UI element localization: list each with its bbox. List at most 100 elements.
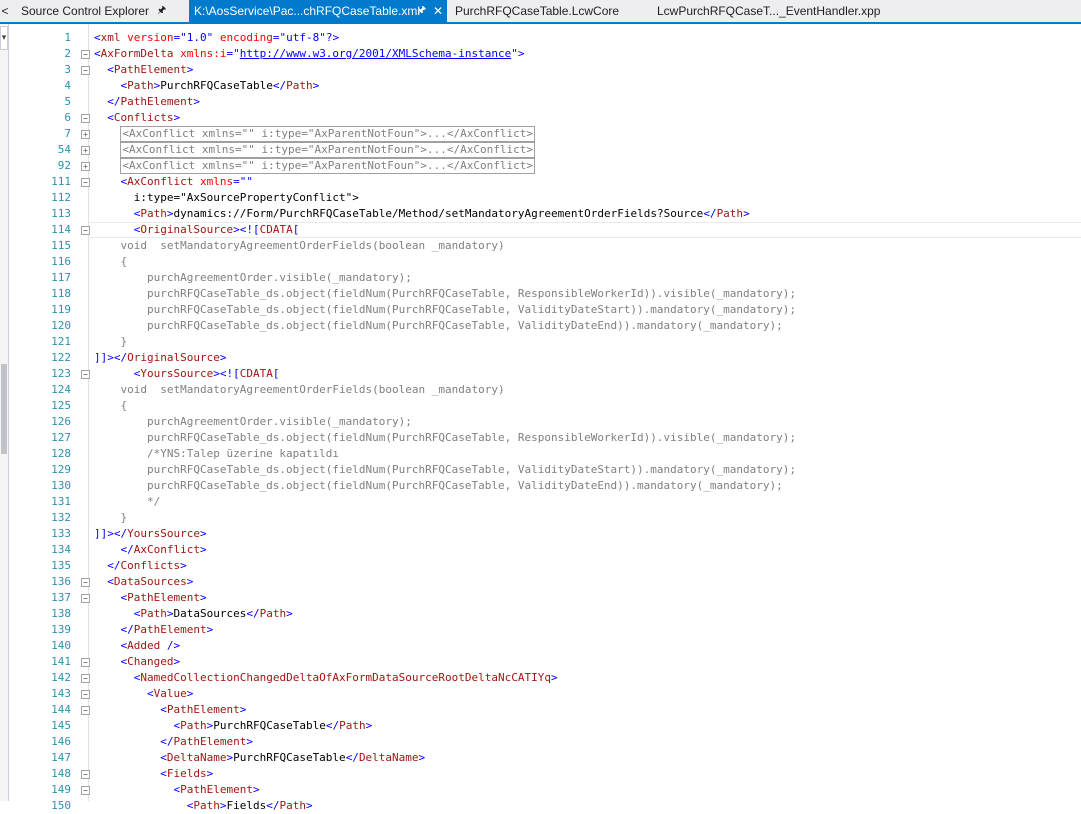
code-line[interactable]: 121 } [0, 334, 1081, 350]
tab-label: PurchRFQCaseTable.LcwCore [455, 4, 620, 18]
code-line[interactable]: 116 { [0, 254, 1081, 270]
code-line[interactable]: 150 <Path>Fields</Path> [0, 798, 1081, 814]
code-line[interactable]: 130 purchRFQCaseTable_ds.object(fieldNum… [0, 478, 1081, 494]
line-number: 135 [51, 559, 71, 572]
code-text: } [94, 335, 128, 348]
collapse-icon[interactable]: − [81, 674, 90, 683]
code-line[interactable]: 132 } [0, 510, 1081, 526]
code-text: */ [94, 495, 161, 508]
code-line[interactable]: 120 purchRFQCaseTable_ds.object(fieldNum… [0, 318, 1081, 334]
collapse-icon[interactable]: − [81, 594, 90, 603]
collapse-icon[interactable]: − [81, 178, 90, 187]
collapse-icon[interactable]: − [81, 690, 90, 699]
close-icon[interactable]: ✕ [433, 0, 443, 22]
code-line[interactable]: 135 </Conflicts> [0, 558, 1081, 574]
line-number: 149 [51, 783, 71, 796]
code-line[interactable]: 122]]></OriginalSource> [0, 350, 1081, 366]
line-number: 127 [51, 431, 71, 444]
tab-purchrfqcasetable-xml[interactable]: K:\AosService\Pac...chRFQCaseTable.xml 🖈… [189, 0, 447, 22]
code-line[interactable]: 3 − <PathElement> [0, 62, 1081, 78]
collapse-icon[interactable]: − [81, 226, 90, 235]
code-text: <Path>DataSources</Path> [133, 607, 293, 620]
line-number: 132 [51, 511, 71, 524]
tab-eventhandler-xpp[interactable]: LcwPurchRFQCaseT..._EventHandler.xpp [650, 0, 890, 22]
code-line[interactable]: 138 <Path>DataSources</Path> [0, 606, 1081, 622]
collapse-icon[interactable]: − [81, 706, 90, 715]
code-line[interactable]: 141 − <Changed> [0, 654, 1081, 670]
code-line[interactable]: 131 */ [0, 494, 1081, 510]
code-line[interactable]: 123 − <YoursSource><![CDATA[ [0, 366, 1081, 382]
code-line[interactable]: 1 <xml version="1.0" encoding="utf-8"?> [0, 30, 1081, 46]
code-line[interactable]: 5 </PathElement> [0, 94, 1081, 110]
collapse-icon[interactable]: − [81, 578, 90, 587]
collapse-icon[interactable]: − [81, 786, 90, 795]
pin-icon[interactable]: 🖈 [417, 0, 426, 22]
code-text: </PathElement> [160, 735, 253, 748]
code-line[interactable]: 126 purchAgreementOrder.visible(_mandato… [0, 414, 1081, 430]
code-line[interactable]: 2 − <AxFormDelta xmlns:i="http://www.w3.or… [0, 46, 1081, 62]
code-line[interactable]: 137 − <PathElement> [0, 590, 1081, 606]
code-line[interactable]: 134 </AxConflict> [0, 542, 1081, 558]
expand-icon[interactable]: + [81, 130, 90, 139]
code-line[interactable]: 124 void setMandatoryAgreementOrderField… [0, 382, 1081, 398]
left-scroll-arrow[interactable]: < [0, 0, 10, 22]
line-number: 5 [64, 95, 71, 108]
code-line[interactable]: 146 </PathElement> [0, 734, 1081, 750]
code-line[interactable]: 4 <Path>PurchRFQCaseTable</Path> [0, 78, 1081, 94]
code-line[interactable]: 136 − <DataSources> [0, 574, 1081, 590]
code-line[interactable]: 115 void setMandatoryAgreementOrderField… [0, 238, 1081, 254]
code-line[interactable]: 125 { [0, 398, 1081, 414]
code-line[interactable]: 92 + <AxConflict xmlns="" i:type="AxParent… [0, 158, 1081, 174]
collapse-icon[interactable]: − [81, 114, 90, 123]
expand-icon[interactable]: + [81, 146, 90, 155]
code-line[interactable]: 129 purchRFQCaseTable_ds.object(fieldNum… [0, 462, 1081, 478]
code-line[interactable]: 7 + <AxConflict xmlns="" i:type="AxParentN… [0, 126, 1081, 142]
code-line[interactable]: 140 <Added /> [0, 638, 1081, 654]
code-line[interactable]: 119 purchRFQCaseTable_ds.object(fieldNum… [0, 302, 1081, 318]
collapse-icon[interactable]: − [81, 370, 90, 379]
pin-icon[interactable]: 🖈 [157, 0, 166, 22]
line-number: 150 [51, 799, 71, 812]
code-text: </Conflicts> [107, 559, 187, 572]
code-line[interactable]: 128 /*YNS:Talep üzerine kapatıldı [0, 446, 1081, 462]
tab-source-control-explorer[interactable]: Source Control Explorer 🖈 [13, 0, 185, 22]
code-text: <DeltaName>PurchRFQCaseTable</DeltaName> [160, 751, 426, 764]
code-line[interactable]: 149 − <PathElement> [0, 782, 1081, 798]
code-line[interactable]: 147 <DeltaName>PurchRFQCaseTable</DeltaN… [0, 750, 1081, 766]
code-line[interactable]: 118 purchRFQCaseTable_ds.object(fieldNum… [0, 286, 1081, 302]
collapse-icon[interactable]: − [81, 66, 90, 75]
line-number: 117 [51, 271, 71, 284]
line-number: 138 [51, 607, 71, 620]
code-line[interactable]: 117 purchAgreementOrder.visible(_mandato… [0, 270, 1081, 286]
code-line[interactable]: 6 − <Conflicts> [0, 110, 1081, 126]
code-line[interactable]: 148 − <Fields> [0, 766, 1081, 782]
expand-icon[interactable]: + [81, 162, 90, 171]
line-number: 134 [51, 543, 71, 556]
collapse-icon[interactable]: − [81, 658, 90, 667]
line-number: 126 [51, 415, 71, 428]
collapse-icon[interactable]: − [81, 770, 90, 779]
line-number: 118 [51, 287, 71, 300]
code-line[interactable]: 143 − <Value> [0, 686, 1081, 702]
code-line[interactable]: 112 i:type="AxSourcePropertyConflict"> [0, 190, 1081, 206]
line-number: 4 [64, 79, 71, 92]
line-number: 1 [64, 31, 71, 44]
code-text: purchRFQCaseTable_ds.object(fieldNum(Pur… [94, 463, 796, 476]
code-line[interactable]: 144 − <PathElement> [0, 702, 1081, 718]
code-line[interactable]: 54 + <AxConflict xmlns="" i:type="AxParent… [0, 142, 1081, 158]
code-line[interactable]: 127 purchRFQCaseTable_ds.object(fieldNum… [0, 430, 1081, 446]
code-text: purchRFQCaseTable_ds.object(fieldNum(Pur… [94, 319, 783, 332]
code-line[interactable]: 113 <Path>dynamics://Form/PurchRFQCaseTa… [0, 206, 1081, 222]
code-line[interactable]: 114 − <OriginalSource><![CDATA[ [0, 222, 1081, 238]
code-text: <Added /> [120, 639, 181, 652]
code-line[interactable]: 145 <Path>PurchRFQCaseTable</Path> [0, 718, 1081, 734]
tab-purchrfqcasetable-lcwcore[interactable]: PurchRFQCaseTable.LcwCore [447, 0, 647, 22]
line-number: 147 [51, 751, 71, 764]
code-line[interactable]: 142 − <NamedCollectionChangedDeltaOfAxFor… [0, 670, 1081, 686]
code-line[interactable]: 139 </PathElement> [0, 622, 1081, 638]
collapse-icon[interactable]: − [81, 50, 90, 59]
line-number: 6 [64, 111, 71, 124]
code-line[interactable]: 111 − <AxConflict xmlns="" [0, 174, 1081, 190]
line-number: 92 [57, 159, 71, 172]
code-line[interactable]: 133]]></YoursSource> [0, 526, 1081, 542]
